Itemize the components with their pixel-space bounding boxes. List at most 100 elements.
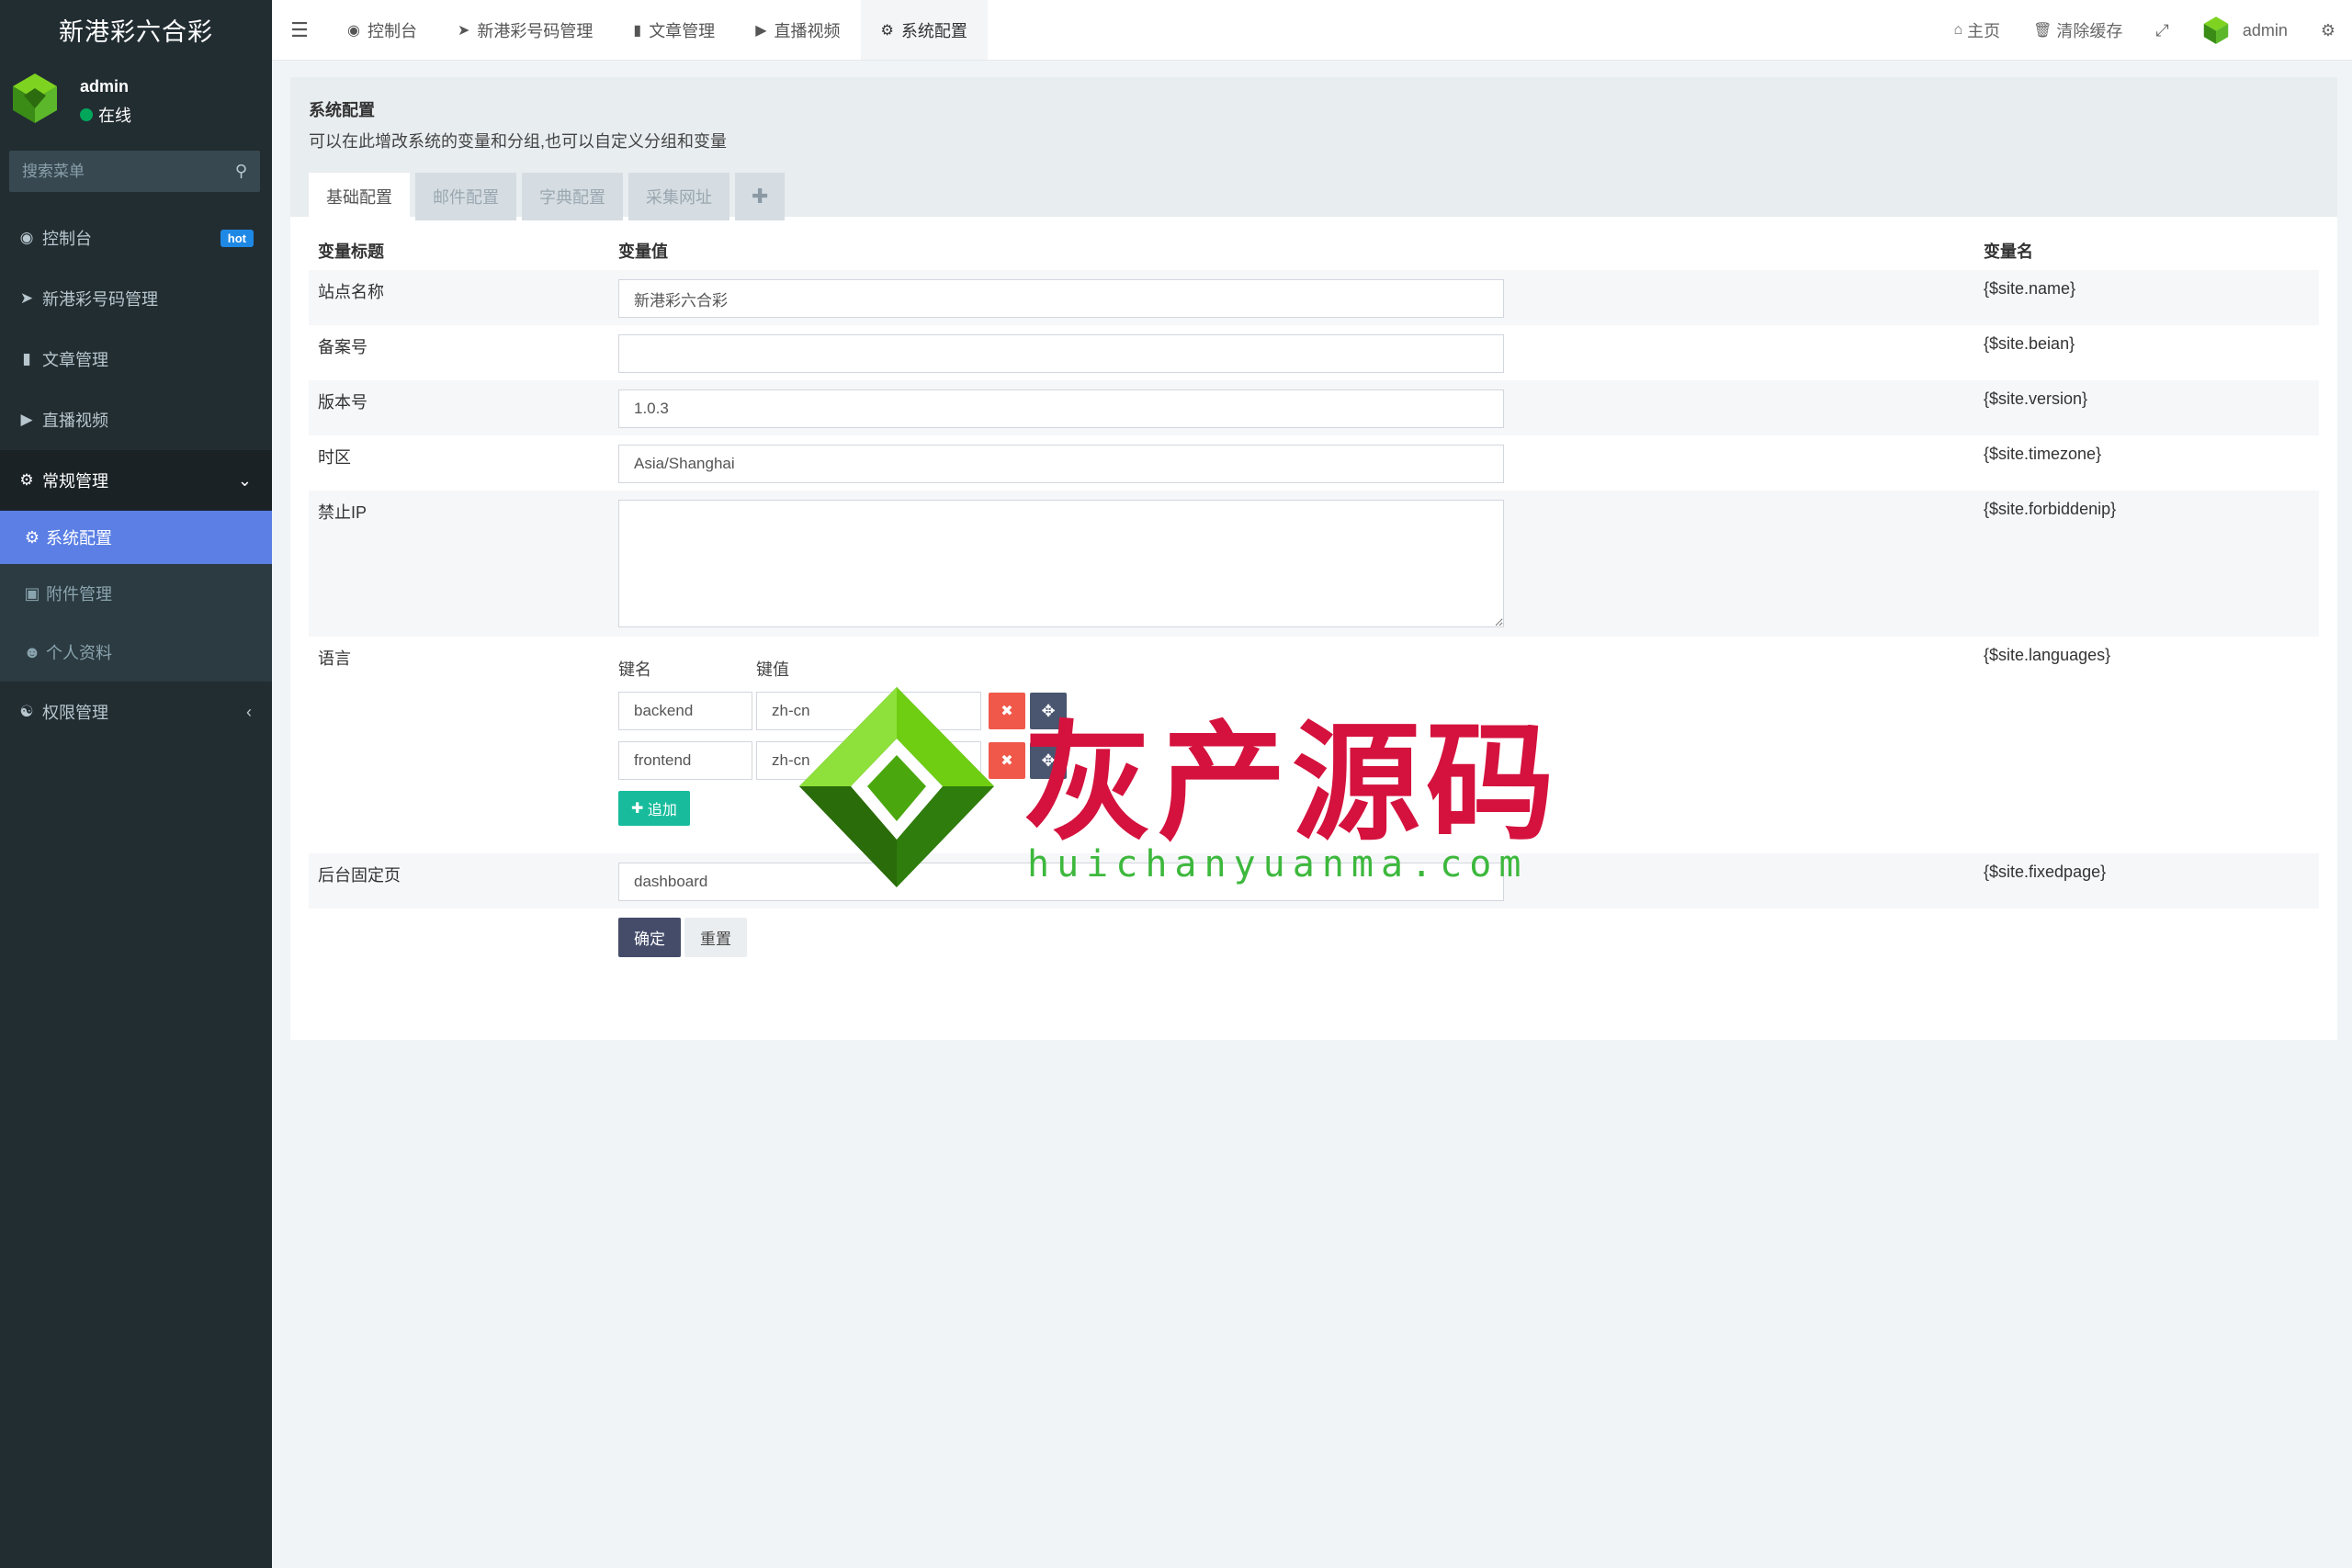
- home-icon: ⌂: [1953, 22, 1963, 38]
- sidebar-item-dashboard[interactable]: ◉ 控制台 hot: [0, 208, 272, 268]
- column-header: 变量名: [1984, 243, 2033, 261]
- location-arrow-icon: ➤: [457, 22, 470, 39]
- clear-cache-button[interactable]: 🗑 清除缓存: [2017, 18, 2139, 42]
- online-dot-icon: [80, 108, 93, 121]
- table-row: 语言 键名 键值 backend zh-cn ✖ ✥ frontend zh-c…: [309, 637, 2319, 853]
- search-input[interactable]: [22, 162, 235, 181]
- sidebar-item-label: 文章管理: [42, 351, 108, 369]
- lang-header: 键名 键值: [618, 657, 1965, 681]
- remove-button[interactable]: ✖: [989, 742, 1025, 779]
- var-name: {$site.version}: [1974, 380, 2319, 435]
- user-panel: admin 在线: [0, 59, 272, 141]
- trash-icon: 🗑: [2033, 23, 2052, 39]
- sidebar-item-profile[interactable]: ☻ 个人资料: [0, 623, 272, 682]
- plus-icon: ✚: [631, 801, 648, 817]
- tab-dictionary[interactable]: 字典配置: [522, 173, 623, 220]
- version-input[interactable]: [618, 389, 1504, 428]
- tab-system-config[interactable]: ⚙ 系统配置: [860, 0, 988, 60]
- status-label: 在线: [98, 107, 131, 125]
- drag-handle[interactable]: ✥: [1030, 742, 1067, 779]
- chevron-down-icon: ⌄: [237, 470, 252, 490]
- fullscreen-icon[interactable]: ⤢: [2139, 21, 2185, 40]
- tab-label: 直播视频: [774, 21, 841, 40]
- close-icon: ✖: [1001, 704, 1013, 719]
- sidebar-item-system-config[interactable]: ⚙ 系统配置: [0, 511, 272, 564]
- append-button[interactable]: ✚ 追加: [618, 791, 690, 826]
- lang-key-input[interactable]: backend: [618, 692, 752, 730]
- add-tab-icon[interactable]: ✚: [735, 173, 786, 220]
- sidebar-item-articles[interactable]: ▮ 文章管理: [0, 329, 272, 389]
- beian-input[interactable]: [618, 334, 1504, 373]
- var-name: {$site.timezone}: [1984, 445, 2102, 463]
- sidebar-item-permissions[interactable]: ☯ 权限管理 ‹: [0, 682, 272, 742]
- sidebar-item-video[interactable]: ▶ 直播视频: [0, 389, 272, 450]
- tab-label: 系统配置: [900, 21, 967, 40]
- tab-email[interactable]: 邮件配置: [415, 173, 516, 220]
- menu-toggle-icon[interactable]: ☰: [272, 0, 327, 60]
- table-row: 后台固定页 {$site.fixedpage}: [309, 853, 2319, 908]
- avatar: [2203, 17, 2229, 44]
- tab-video[interactable]: ▶ 直播视频: [735, 0, 860, 60]
- var-name: {$site.name}: [1974, 270, 2319, 325]
- gear-icon: ⚙: [24, 527, 40, 547]
- lang-pair-row: backend zh-cn ✖ ✥: [618, 692, 1965, 730]
- tab-collect-url[interactable]: 采集网址: [628, 173, 729, 220]
- config-panel: 系统配置 可以在此增改系统的变量和分组,也可以自定义分组和变量 基础配置 邮件配…: [290, 77, 2337, 1040]
- bookmark-icon: ▮: [22, 350, 31, 367]
- table-row: 备案号 {$site.beian}: [309, 325, 2319, 380]
- tab-label: 控制台: [367, 21, 417, 40]
- fixed-page-input[interactable]: [618, 863, 1504, 901]
- hot-badge: hot: [220, 229, 254, 247]
- tab-articles[interactable]: ▮ 文章管理: [613, 0, 735, 60]
- row-title: 禁止IP: [309, 491, 609, 637]
- sidebar-item-general[interactable]: ⚙ 常规管理 ⌄: [0, 450, 272, 511]
- video-icon: ▶: [755, 22, 767, 39]
- var-name: {$site.languages}: [1984, 646, 2111, 664]
- reset-button[interactable]: 重置: [684, 918, 747, 957]
- search-icon[interactable]: ⚲: [235, 162, 247, 181]
- drag-handle[interactable]: ✥: [1030, 693, 1067, 729]
- location-arrow-icon: ➤: [19, 289, 34, 307]
- clear-cache-label: 清除缓存: [2056, 22, 2123, 40]
- move-icon: ✥: [1041, 750, 1056, 770]
- tab-basic[interactable]: 基础配置: [309, 173, 410, 220]
- value-label: 键值: [756, 660, 789, 679]
- tab-dashboard[interactable]: ◉ 控制台: [327, 0, 437, 60]
- lang-key-input[interactable]: frontend: [618, 741, 752, 780]
- page-description: 可以在此增改系统的变量和分组,也可以自定义分组和变量: [309, 132, 727, 151]
- row-title: 后台固定页: [309, 853, 609, 908]
- cogs-icon: ⚙: [19, 471, 34, 489]
- gear-icon: ⚙: [880, 22, 894, 39]
- tab-numbers[interactable]: ➤ 新港彩号码管理: [437, 0, 613, 60]
- column-header: 变量标题: [318, 243, 384, 261]
- sidebar-item-numbers[interactable]: ➤ 新港彩号码管理: [0, 268, 272, 329]
- brand-title[interactable]: 新港彩六合彩: [0, 0, 272, 59]
- admin-menu[interactable]: admin: [2186, 16, 2304, 45]
- settings-cogs-icon[interactable]: ⚙: [2304, 21, 2352, 40]
- top-navbar: ☰ ◉ 控制台 ➤ 新港彩号码管理 ▮ 文章管理 ▶ 直播视频 ⚙ 系统配置 ⌂…: [272, 0, 2352, 61]
- user-name: admin: [80, 77, 130, 96]
- sidebar-item-label: 控制台: [42, 230, 92, 248]
- sidebar-item-label: 新港彩号码管理: [42, 290, 158, 309]
- home-link[interactable]: ⌂ 主页: [1937, 18, 2017, 42]
- timezone-input[interactable]: [618, 445, 1504, 483]
- sidebar-item-label: 权限管理: [42, 704, 108, 722]
- user-icon: ☻: [23, 642, 41, 661]
- sidebar-search: ⚲: [9, 151, 260, 192]
- config-tabs: 基础配置 邮件配置 字典配置 采集网址 ✚: [309, 173, 2319, 220]
- user-status: 在线: [80, 103, 131, 127]
- panel-heading: 系统配置 可以在此增改系统的变量和分组,也可以自定义分组和变量 基础配置 邮件配…: [290, 77, 2337, 220]
- remove-button[interactable]: ✖: [989, 693, 1025, 729]
- column-header: 变量值: [618, 243, 668, 261]
- admin-label: admin: [2242, 20, 2288, 39]
- page-title: 系统配置: [309, 101, 375, 119]
- forbidden-ip-textarea[interactable]: [618, 500, 1504, 627]
- confirm-button[interactable]: 确定: [618, 918, 681, 957]
- row-title: 备案号: [318, 338, 368, 356]
- site-name-input[interactable]: [618, 279, 1504, 318]
- lang-value-input[interactable]: zh-cn: [756, 741, 981, 780]
- top-right-nav: ⌂ 主页 🗑 清除缓存 ⤢ admin ⚙: [1937, 0, 2352, 61]
- sidebar-item-label: 系统配置: [46, 529, 112, 547]
- sidebar-item-attachments[interactable]: ▣ 附件管理: [0, 564, 272, 623]
- lang-value-input[interactable]: zh-cn: [756, 692, 981, 730]
